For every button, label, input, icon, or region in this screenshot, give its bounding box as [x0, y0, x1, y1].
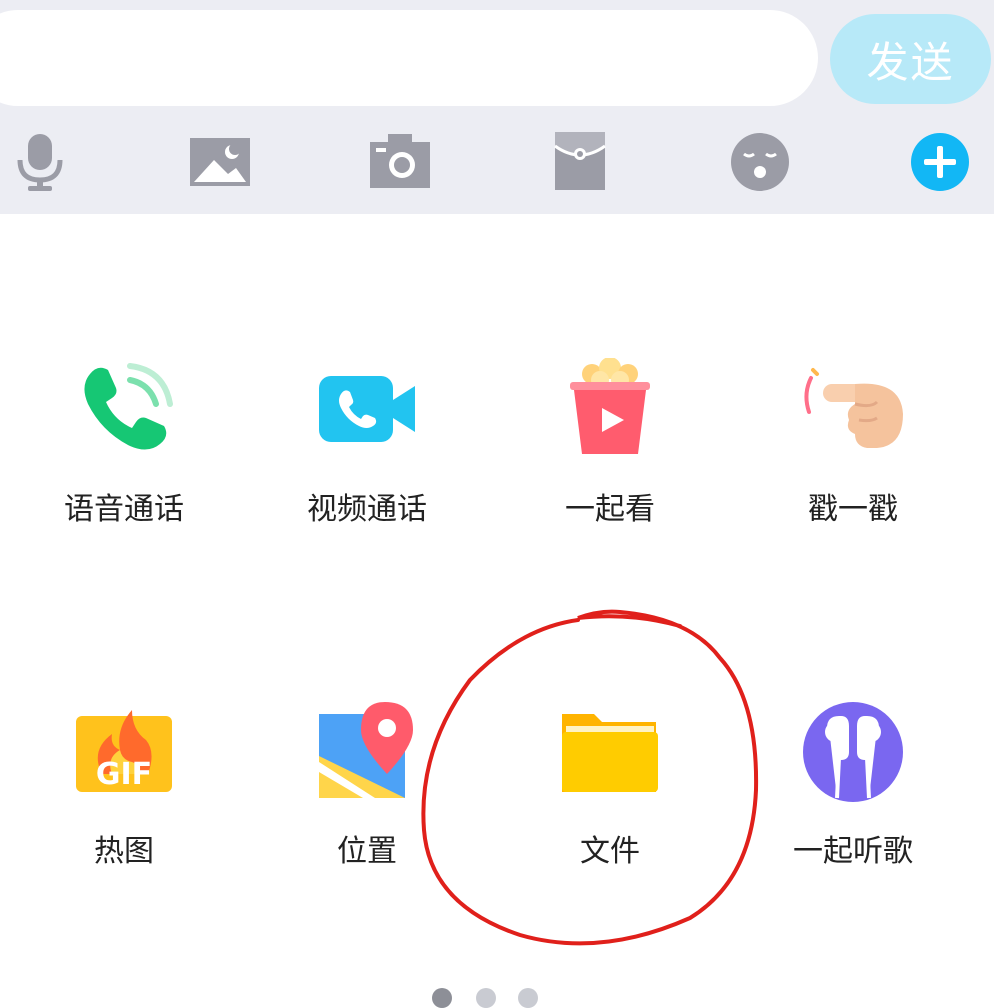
listen-together-label: 一起听歌	[793, 834, 913, 869]
page-dot-3[interactable]	[518, 988, 538, 1008]
folder-icon	[558, 700, 662, 804]
file-item[interactable]: 文件	[510, 700, 710, 890]
hot-gif-label: 热图	[94, 834, 154, 869]
poke-finger-icon	[801, 358, 905, 462]
earphones-icon	[801, 700, 905, 804]
popcorn-icon	[558, 357, 662, 462]
page-indicator	[0, 988, 994, 1008]
hot-gif-item[interactable]: GIF 热图	[24, 700, 224, 890]
phone-call-icon	[72, 358, 176, 462]
voice-call-label: 语音通话	[64, 492, 184, 527]
video-call-item[interactable]: 视频通话	[267, 358, 467, 548]
location-item[interactable]: 位置	[267, 700, 467, 890]
video-call-icon	[315, 358, 419, 462]
poke-label: 戳一戳	[808, 492, 898, 527]
page-dot-2[interactable]	[476, 988, 496, 1008]
image-icon[interactable]	[188, 130, 252, 194]
input-panel: 发送	[0, 0, 994, 214]
watch-together-item[interactable]: 一起看	[510, 357, 710, 548]
page-dot-1[interactable]	[432, 988, 452, 1008]
send-button[interactable]: 发送	[830, 14, 991, 104]
video-call-label: 视频通话	[307, 492, 427, 527]
voice-call-item[interactable]: 语音通话	[24, 358, 224, 548]
poke-item[interactable]: 戳一戳	[753, 358, 953, 548]
location-map-icon	[315, 700, 419, 804]
microphone-icon[interactable]	[8, 130, 72, 194]
location-label: 位置	[337, 834, 397, 869]
watch-together-label: 一起看	[565, 492, 655, 527]
gif-icon: GIF	[72, 700, 176, 804]
svg-text:GIF: GIF	[96, 757, 152, 792]
camera-icon[interactable]	[368, 130, 432, 194]
message-input[interactable]	[0, 10, 818, 106]
red-packet-icon[interactable]	[548, 130, 612, 194]
plus-icon[interactable]	[908, 130, 972, 194]
listen-together-item[interactable]: 一起听歌	[753, 700, 953, 890]
emoji-icon[interactable]	[728, 130, 792, 194]
file-label: 文件	[580, 834, 640, 869]
